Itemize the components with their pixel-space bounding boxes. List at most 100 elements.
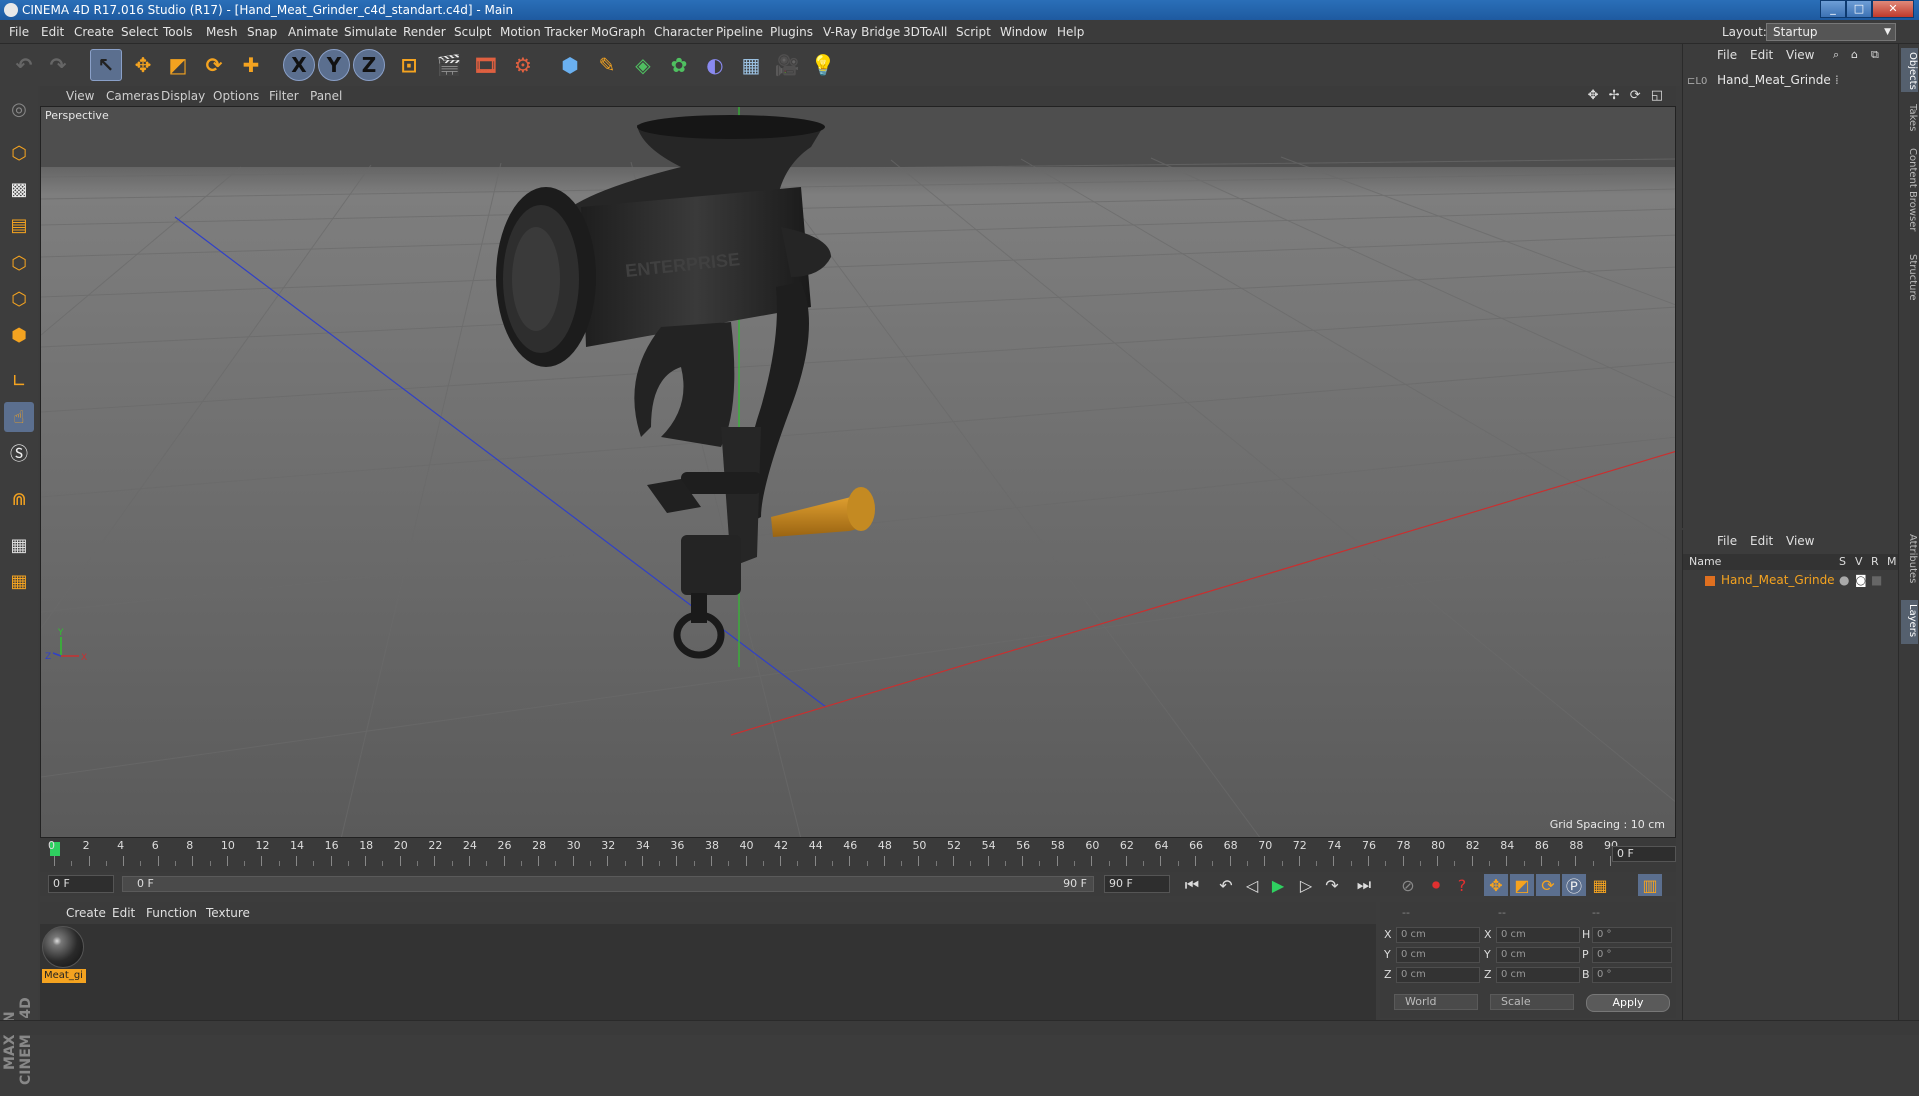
lock-workplane-icon[interactable]: ▦ xyxy=(4,530,34,560)
scale-tool-icon[interactable]: ◩ xyxy=(162,49,194,81)
menu-edit[interactable]: Edit xyxy=(41,20,64,44)
polygons-mode-icon[interactable]: ⬢ xyxy=(4,320,34,350)
tab-attributes[interactable]: Attributes xyxy=(1901,530,1918,596)
layer-menu-edit[interactable]: Edit xyxy=(1750,530,1773,552)
viewport-menu-view[interactable]: View xyxy=(66,86,94,106)
coord-transform-select[interactable]: Scale xyxy=(1490,994,1574,1010)
subdivision-icon[interactable]: ◈ xyxy=(627,49,659,81)
points-mode-icon[interactable]: ⬡ xyxy=(4,248,34,278)
preview-range-slider[interactable]: 0 F 90 F xyxy=(122,876,1094,892)
axis-mode-icon[interactable]: ∟ xyxy=(4,366,34,396)
viewport-perspective[interactable]: ENTERPRISE Y X Z Perspective Grid Spacin… xyxy=(40,106,1676,838)
menu-select[interactable]: Select xyxy=(121,20,158,44)
timeline-layout-icon[interactable]: ▥ xyxy=(1638,874,1662,896)
tab-layers[interactable]: Layers xyxy=(1901,600,1918,644)
menu-sculpt[interactable]: Sculpt xyxy=(454,20,491,44)
model-mode-icon[interactable]: ⬡ xyxy=(4,138,34,168)
menu-character[interactable]: Character xyxy=(654,20,713,44)
camera-icon[interactable]: 🎥 xyxy=(771,49,803,81)
viewport-menu-display[interactable]: Display xyxy=(161,86,205,106)
play-icon[interactable]: ▶ xyxy=(1266,874,1290,896)
edges-mode-icon[interactable]: ⬡ xyxy=(4,284,34,314)
keyframe-selection-icon[interactable]: ? xyxy=(1450,874,1474,896)
menu-3dtoall[interactable]: 3DToAll xyxy=(903,20,947,44)
array-icon[interactable]: ✿ xyxy=(663,49,695,81)
menu-file[interactable]: File xyxy=(9,20,29,44)
autokey-icon[interactable]: ⏺ xyxy=(1424,874,1448,896)
menu-mograph[interactable]: MoGraph xyxy=(591,20,646,44)
coord-mode-select[interactable]: World xyxy=(1394,994,1478,1010)
current-frame-field[interactable]: 0 F xyxy=(1612,846,1676,862)
workplane-icon[interactable]: ▤ xyxy=(4,210,34,240)
material-item[interactable]: Meat_gi xyxy=(40,924,88,986)
size-x-field[interactable]: 0 cm xyxy=(1496,927,1580,943)
move-tool-icon[interactable]: ✥ xyxy=(127,49,159,81)
menu-motion-tracker[interactable]: Motion Tracker xyxy=(500,20,588,44)
render-view-icon[interactable]: 🎬 xyxy=(433,49,465,81)
render-toggle-icon[interactable]: ■ xyxy=(1871,572,1882,588)
solo-toggle-icon[interactable]: ● xyxy=(1839,572,1849,588)
key-scale-icon[interactable]: ◩ xyxy=(1510,874,1534,896)
timeline-ruler[interactable]: 0 2 4 6 8 10 12 14 16 18 20 22 24 26 28 30 32 34 36 38 40 42 4… xyxy=(40,838,1676,872)
make-editable-icon[interactable]: ◎ xyxy=(4,94,34,124)
viewport-menu-cameras[interactable]: Cameras xyxy=(106,86,159,106)
planar-workplane-icon[interactable]: ▦ xyxy=(4,566,34,596)
snap-icon[interactable]: ⋒ xyxy=(4,484,34,514)
material-menu-create[interactable]: Create xyxy=(66,902,106,924)
menu-mesh[interactable]: Mesh xyxy=(206,20,238,44)
cube-icon[interactable]: ⬢ xyxy=(554,49,586,81)
previous-key-icon[interactable]: ↶ xyxy=(1214,874,1238,896)
menu-animate[interactable]: Animate xyxy=(288,20,338,44)
key-parameter-icon[interactable]: Ⓟ xyxy=(1562,874,1586,896)
tab-takes[interactable]: Takes xyxy=(1901,100,1918,140)
viewport-menu-panel[interactable]: Panel xyxy=(310,86,342,106)
solo-icon[interactable]: Ⓢ xyxy=(4,438,34,468)
menu-help[interactable]: Help xyxy=(1057,20,1084,44)
rot-b-field[interactable]: 0 ° xyxy=(1592,967,1672,983)
previous-frame-icon[interactable]: ◁ xyxy=(1240,874,1264,896)
render-settings-icon[interactable]: ⚙ xyxy=(507,49,539,81)
next-key-icon[interactable]: ↷ xyxy=(1320,874,1344,896)
floor-icon[interactable]: ▦ xyxy=(735,49,767,81)
home-icon[interactable]: ⌂ xyxy=(1851,44,1858,66)
rot-p-field[interactable]: 0 ° xyxy=(1592,947,1672,963)
go-to-end-icon[interactable]: ⏭ xyxy=(1352,874,1376,896)
view-toggle-icon[interactable]: ◙ xyxy=(1855,572,1867,588)
material-menu-edit[interactable]: Edit xyxy=(112,902,135,924)
light-icon[interactable]: 💡 xyxy=(807,49,839,81)
rotate-tool-icon[interactable]: ⟳ xyxy=(198,49,230,81)
object-menu-view[interactable]: View xyxy=(1786,44,1814,66)
x-axis-lock[interactable]: X xyxy=(283,49,315,81)
key-position-icon[interactable]: ✥ xyxy=(1484,874,1508,896)
coordinate-system-icon[interactable]: ⊡ xyxy=(393,49,425,81)
menu-render[interactable]: Render xyxy=(403,20,446,44)
apply-button[interactable]: Apply xyxy=(1586,994,1670,1012)
menu-snap[interactable]: Snap xyxy=(247,20,277,44)
object-row[interactable]: ⊏L0 Hand_Meat_Grinde ⁞ xyxy=(1687,72,1897,88)
viewport-menu-filter[interactable]: Filter xyxy=(269,86,299,106)
menu-script[interactable]: Script xyxy=(956,20,991,44)
viewport-nav-icons[interactable]: ✥ ✢ ⟳ ◱ xyxy=(1588,88,1666,103)
go-to-start-icon[interactable]: ⏮ xyxy=(1180,874,1204,896)
menu-simulate[interactable]: Simulate xyxy=(344,20,397,44)
minimize-button[interactable]: _ xyxy=(1820,0,1846,18)
tab-content-browser[interactable]: Content Browser xyxy=(1901,144,1918,244)
undo-icon[interactable]: ↶ xyxy=(8,49,40,81)
layer-color-swatch[interactable] xyxy=(1705,576,1715,586)
maximize-button[interactable]: □ xyxy=(1846,0,1872,18)
redo-icon[interactable]: ↷ xyxy=(42,49,74,81)
select-tool-icon[interactable]: ↖ xyxy=(90,49,122,81)
material-menu-function[interactable]: Function xyxy=(146,902,197,924)
z-axis-lock[interactable]: Z xyxy=(353,49,385,81)
key-rotation-icon[interactable]: ⟳ xyxy=(1536,874,1560,896)
tweak-mode-icon[interactable]: ☝ xyxy=(4,402,34,432)
material-menu-texture[interactable]: Texture xyxy=(206,902,250,924)
render-picture-viewer-icon[interactable]: 🎞 xyxy=(470,49,502,81)
tab-structure[interactable]: Structure xyxy=(1901,250,1918,310)
layer-menu-file[interactable]: File xyxy=(1717,530,1737,552)
pos-z-field[interactable]: 0 cm xyxy=(1396,967,1480,983)
deformer-icon[interactable]: ◐ xyxy=(699,49,731,81)
object-menu-edit[interactable]: Edit xyxy=(1750,44,1773,66)
visibility-dots-icon[interactable]: ⁞ xyxy=(1835,72,1839,88)
pos-x-field[interactable]: 0 cm xyxy=(1396,927,1480,943)
